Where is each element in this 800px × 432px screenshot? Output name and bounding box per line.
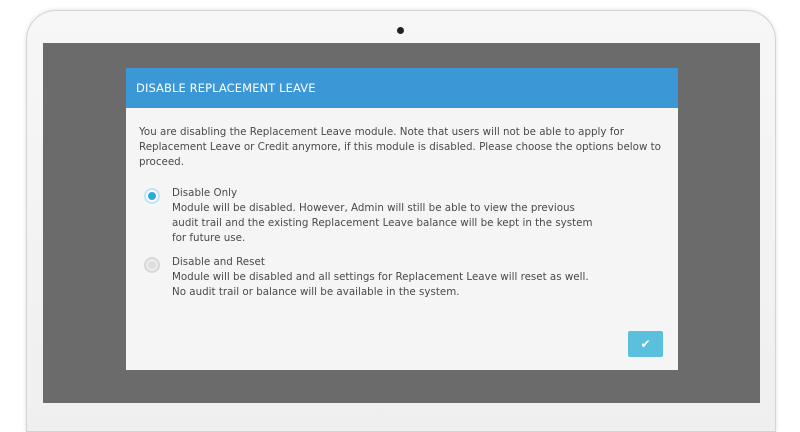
radio-disable-and-reset[interactable] bbox=[144, 257, 160, 273]
modal-body: You are disabling the Replacement Leave … bbox=[126, 108, 678, 170]
radio-unselected-dot bbox=[148, 261, 156, 269]
confirm-button[interactable]: ✔ bbox=[628, 331, 663, 357]
modal-header: DISABLE REPLACEMENT LEAVE bbox=[126, 68, 678, 108]
option-text: Disable and Reset Module will be disable… bbox=[172, 255, 612, 300]
disable-replacement-leave-modal: DISABLE REPLACEMENT LEAVE You are disabl… bbox=[126, 68, 678, 370]
radio-disable-only[interactable] bbox=[144, 188, 160, 204]
option-description: Module will be disabled and all settings… bbox=[172, 271, 589, 298]
checkmark-icon: ✔ bbox=[640, 337, 651, 351]
modal-title: DISABLE REPLACEMENT LEAVE bbox=[136, 81, 316, 95]
option-label: Disable Only bbox=[172, 187, 238, 199]
option-label: Disable and Reset bbox=[172, 256, 265, 268]
option-text: Disable Only Module will be disabled. Ho… bbox=[172, 186, 612, 246]
camera-icon bbox=[397, 27, 404, 34]
option-description: Module will be disabled. However, Admin … bbox=[172, 202, 593, 244]
intro-text: You are disabling the Replacement Leave … bbox=[139, 126, 661, 168]
radio-selected-dot bbox=[148, 192, 156, 200]
